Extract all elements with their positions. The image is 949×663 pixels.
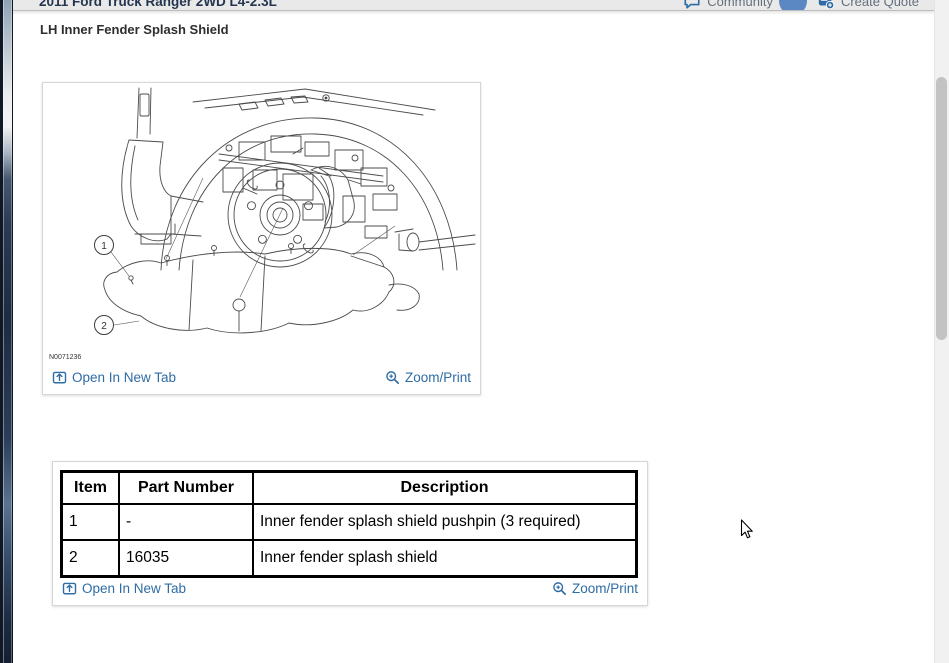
table-zoom-print-link[interactable]: Zoom/Print [552, 581, 638, 596]
table-open-in-new-tab-link[interactable]: Open In New Tab [62, 581, 186, 596]
callout-1: 1 [101, 241, 107, 252]
open-in-new-tab-icon [52, 371, 67, 383]
zoom-plus-icon [553, 581, 566, 595]
create-quote-label: Create Quote [840, 0, 919, 9]
figure-zoom-print-link[interactable]: Zoom/Print [385, 370, 471, 385]
header-description: Description [252, 470, 638, 505]
figure-code: N0071236 [49, 354, 81, 361]
parts-table: Item Part Number Description 1 - Inner f… [60, 470, 638, 578]
figure-card: 1 2 N0071236 Open In New Tab Zoom/Print [42, 82, 481, 395]
header-item: Item [60, 470, 120, 505]
community-count-badge [778, 0, 807, 10]
table-row: 2 16035 Inner fender splash shield [60, 539, 638, 578]
zoom-plus-icon [386, 370, 399, 384]
figure-open-in-new-tab-link[interactable]: Open In New Tab [52, 370, 176, 385]
table-header-row: Item Part Number Description [60, 470, 638, 505]
vertical-scrollbar[interactable] [934, 0, 949, 663]
callout-2: 2 [101, 321, 107, 332]
header-part-number: Part Number [118, 470, 254, 505]
splash-shield-diagram: 1 2 N0071236 [49, 84, 478, 361]
create-quote-button[interactable]: Create Quote [817, 0, 919, 10]
scrollbar-thumb[interactable] [936, 77, 947, 340]
chat-bubble-icon [684, 0, 700, 9]
vehicle-title: 2011 Ford Truck Ranger 2WD L4-2.3L [39, 0, 277, 9]
left-window-edge [0, 0, 13, 663]
quote-plus-icon [818, 0, 835, 10]
community-button[interactable]: Community [683, 0, 807, 10]
page-title: LH Inner Fender Splash Shield [40, 22, 229, 37]
table-row: 1 - Inner fender splash shield pushpin (… [60, 503, 638, 541]
open-in-new-tab-icon [62, 582, 77, 594]
mouse-cursor [740, 519, 753, 539]
top-toolbar: 2011 Ford Truck Ranger 2WD L4-2.3L Commu… [13, 0, 935, 11]
community-label: Community [707, 0, 773, 9]
parts-table-card: Item Part Number Description 1 - Inner f… [52, 461, 648, 606]
